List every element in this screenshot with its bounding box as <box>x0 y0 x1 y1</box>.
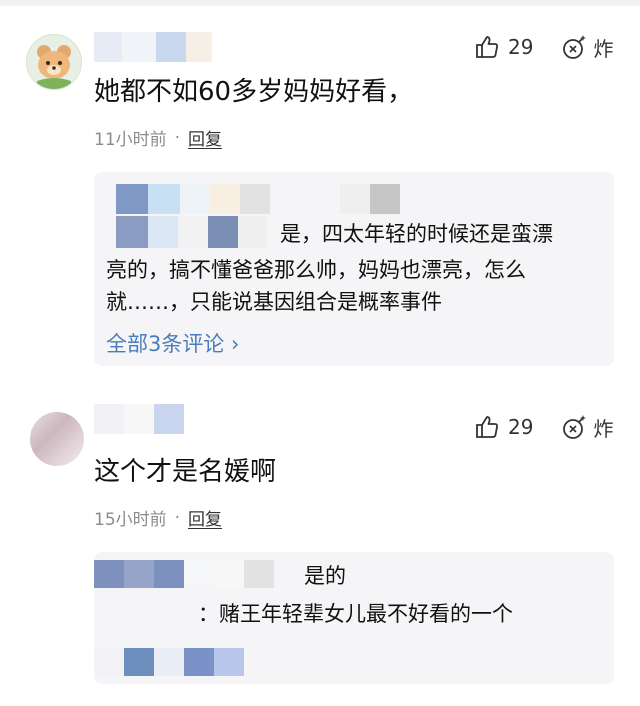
username-blurred[interactable] <box>94 404 184 434</box>
like-button[interactable]: 29 <box>474 414 533 440</box>
separator-dot: · <box>174 507 181 528</box>
like-count: 29 <box>508 415 534 439</box>
timestamp: 11小时前 <box>94 130 167 150</box>
reply-mention-blurred <box>116 216 266 248</box>
user-avatar[interactable] <box>26 34 82 90</box>
reply-box[interactable]: 是的 ：赌王年轻辈女儿最不好看的一个 <box>94 552 614 684</box>
like-count: 29 <box>508 35 534 59</box>
thumbs-up-icon <box>476 36 498 58</box>
reply-username-blurred <box>94 560 274 588</box>
reply-link[interactable]: 回复 <box>188 125 222 150</box>
reply-text-line-1: 是的 <box>304 564 346 588</box>
comment-actions: 29 炸 <box>474 32 613 62</box>
comment-1: 29 炸 她都不如60多岁妈妈好看， 11小时前 · 回复 是，四太年轻的时候还… <box>0 0 640 380</box>
username-blurred[interactable] <box>94 32 212 62</box>
reply-link[interactable]: 回复 <box>188 505 222 530</box>
bomb-button[interactable]: 炸 <box>561 413 613 442</box>
bomb-label: 炸 <box>593 416 614 441</box>
like-button[interactable]: 29 <box>474 34 533 60</box>
reply-text-line-2: ：赌王年轻辈女儿最不好看的一个 <box>198 602 513 626</box>
comment-actions: 29 炸 <box>474 412 613 442</box>
reply-username-blurred <box>116 184 270 214</box>
reply-username-blurred-2 <box>340 184 400 214</box>
separator-dot: · <box>174 127 181 148</box>
bomb-icon <box>563 415 587 439</box>
bomb-button[interactable]: 炸 <box>561 33 613 62</box>
comment-meta: 15小时前 · 回复 <box>94 505 222 531</box>
bear-avatar-icon <box>37 45 71 89</box>
reply-text-line-2: 亮的，搞不懂爸爸那么帅，妈妈也漂亮，怎么 <box>106 258 526 282</box>
reply-footer-blurred <box>94 648 244 676</box>
user-avatar[interactable] <box>30 412 84 466</box>
comment-text: 这个才是名媛啊 <box>94 457 277 487</box>
reply-text-line-1: 是，四太年轻的时候还是蛮漂 <box>280 222 553 246</box>
reply-box[interactable]: 是，四太年轻的时候还是蛮漂 亮的，搞不懂爸爸那么帅，妈妈也漂亮，怎么 就……，只… <box>94 172 614 366</box>
comment-meta: 11小时前 · 回复 <box>94 125 222 151</box>
bomb-label: 炸 <box>593 36 614 61</box>
view-all-replies-link[interactable]: 全部3条评论 › <box>106 328 239 358</box>
comment-2: 29 炸 这个才是名媛啊 15小时前 · 回复 是的 ：赌王年轻辈女儿最不好看的 <box>0 380 640 706</box>
comment-text: 她都不如60多岁妈妈好看， <box>94 77 414 107</box>
timestamp: 15小时前 <box>94 510 167 530</box>
bomb-icon <box>563 35 587 59</box>
thumbs-up-icon <box>476 416 498 438</box>
reply-text-line-3: 就……，只能说基因组合是概率事件 <box>106 290 442 314</box>
